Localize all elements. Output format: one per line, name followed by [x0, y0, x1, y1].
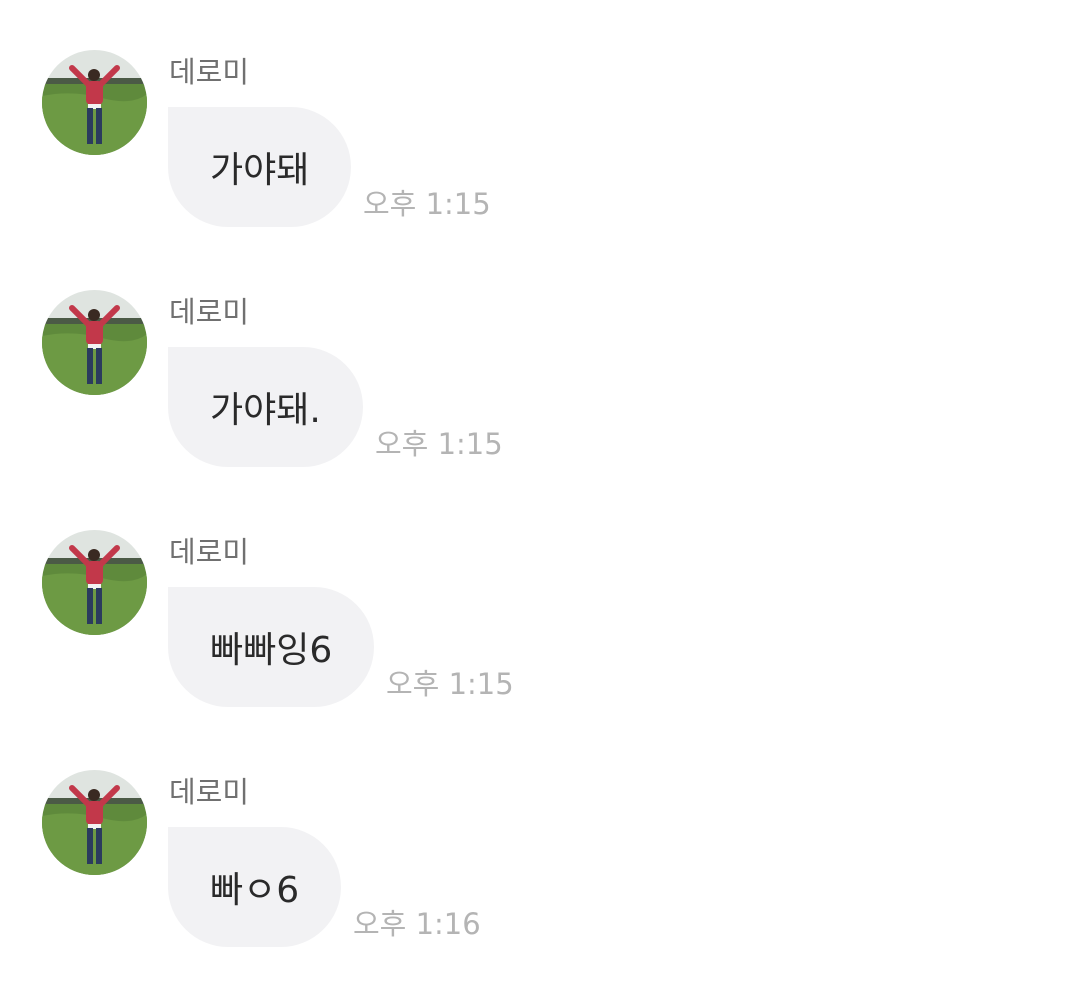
- avatar-photo-icon: [42, 50, 147, 155]
- message-timestamp: 오후 1:16: [353, 907, 481, 941]
- message-row: 데로미 빠ㅇ6 오후 1:16: [0, 720, 1080, 947]
- avatar-photo-icon: [42, 290, 147, 395]
- message-timestamp: 오후 1:15: [386, 667, 514, 701]
- sender-name: 데로미: [169, 295, 250, 329]
- message-timestamp: 오후 1:15: [363, 187, 491, 221]
- message-bubble[interactable]: 가야돼: [168, 107, 352, 227]
- avatar[interactable]: [42, 770, 147, 875]
- message-timestamp: 오후 1:15: [375, 427, 503, 461]
- sender-name: 데로미: [169, 775, 250, 809]
- avatar[interactable]: [42, 290, 147, 395]
- message-row: 데로미 가야돼 오후 1:15: [0, 0, 1080, 227]
- message-bubble[interactable]: 가야돼.: [168, 347, 363, 467]
- message-bubble[interactable]: 빠ㅇ6: [168, 827, 342, 947]
- avatar-photo-icon: [42, 530, 147, 635]
- message-row: 데로미 빠빠잉6 오후 1:15: [0, 480, 1080, 707]
- message-bubble[interactable]: 빠빠잉6: [168, 587, 375, 707]
- message-row: 데로미 가야돼. 오후 1:15: [0, 240, 1080, 467]
- avatar[interactable]: [42, 530, 147, 635]
- sender-name: 데로미: [169, 535, 250, 569]
- avatar[interactable]: [42, 50, 147, 155]
- avatar-photo-icon: [42, 770, 147, 875]
- sender-name: 데로미: [169, 55, 250, 89]
